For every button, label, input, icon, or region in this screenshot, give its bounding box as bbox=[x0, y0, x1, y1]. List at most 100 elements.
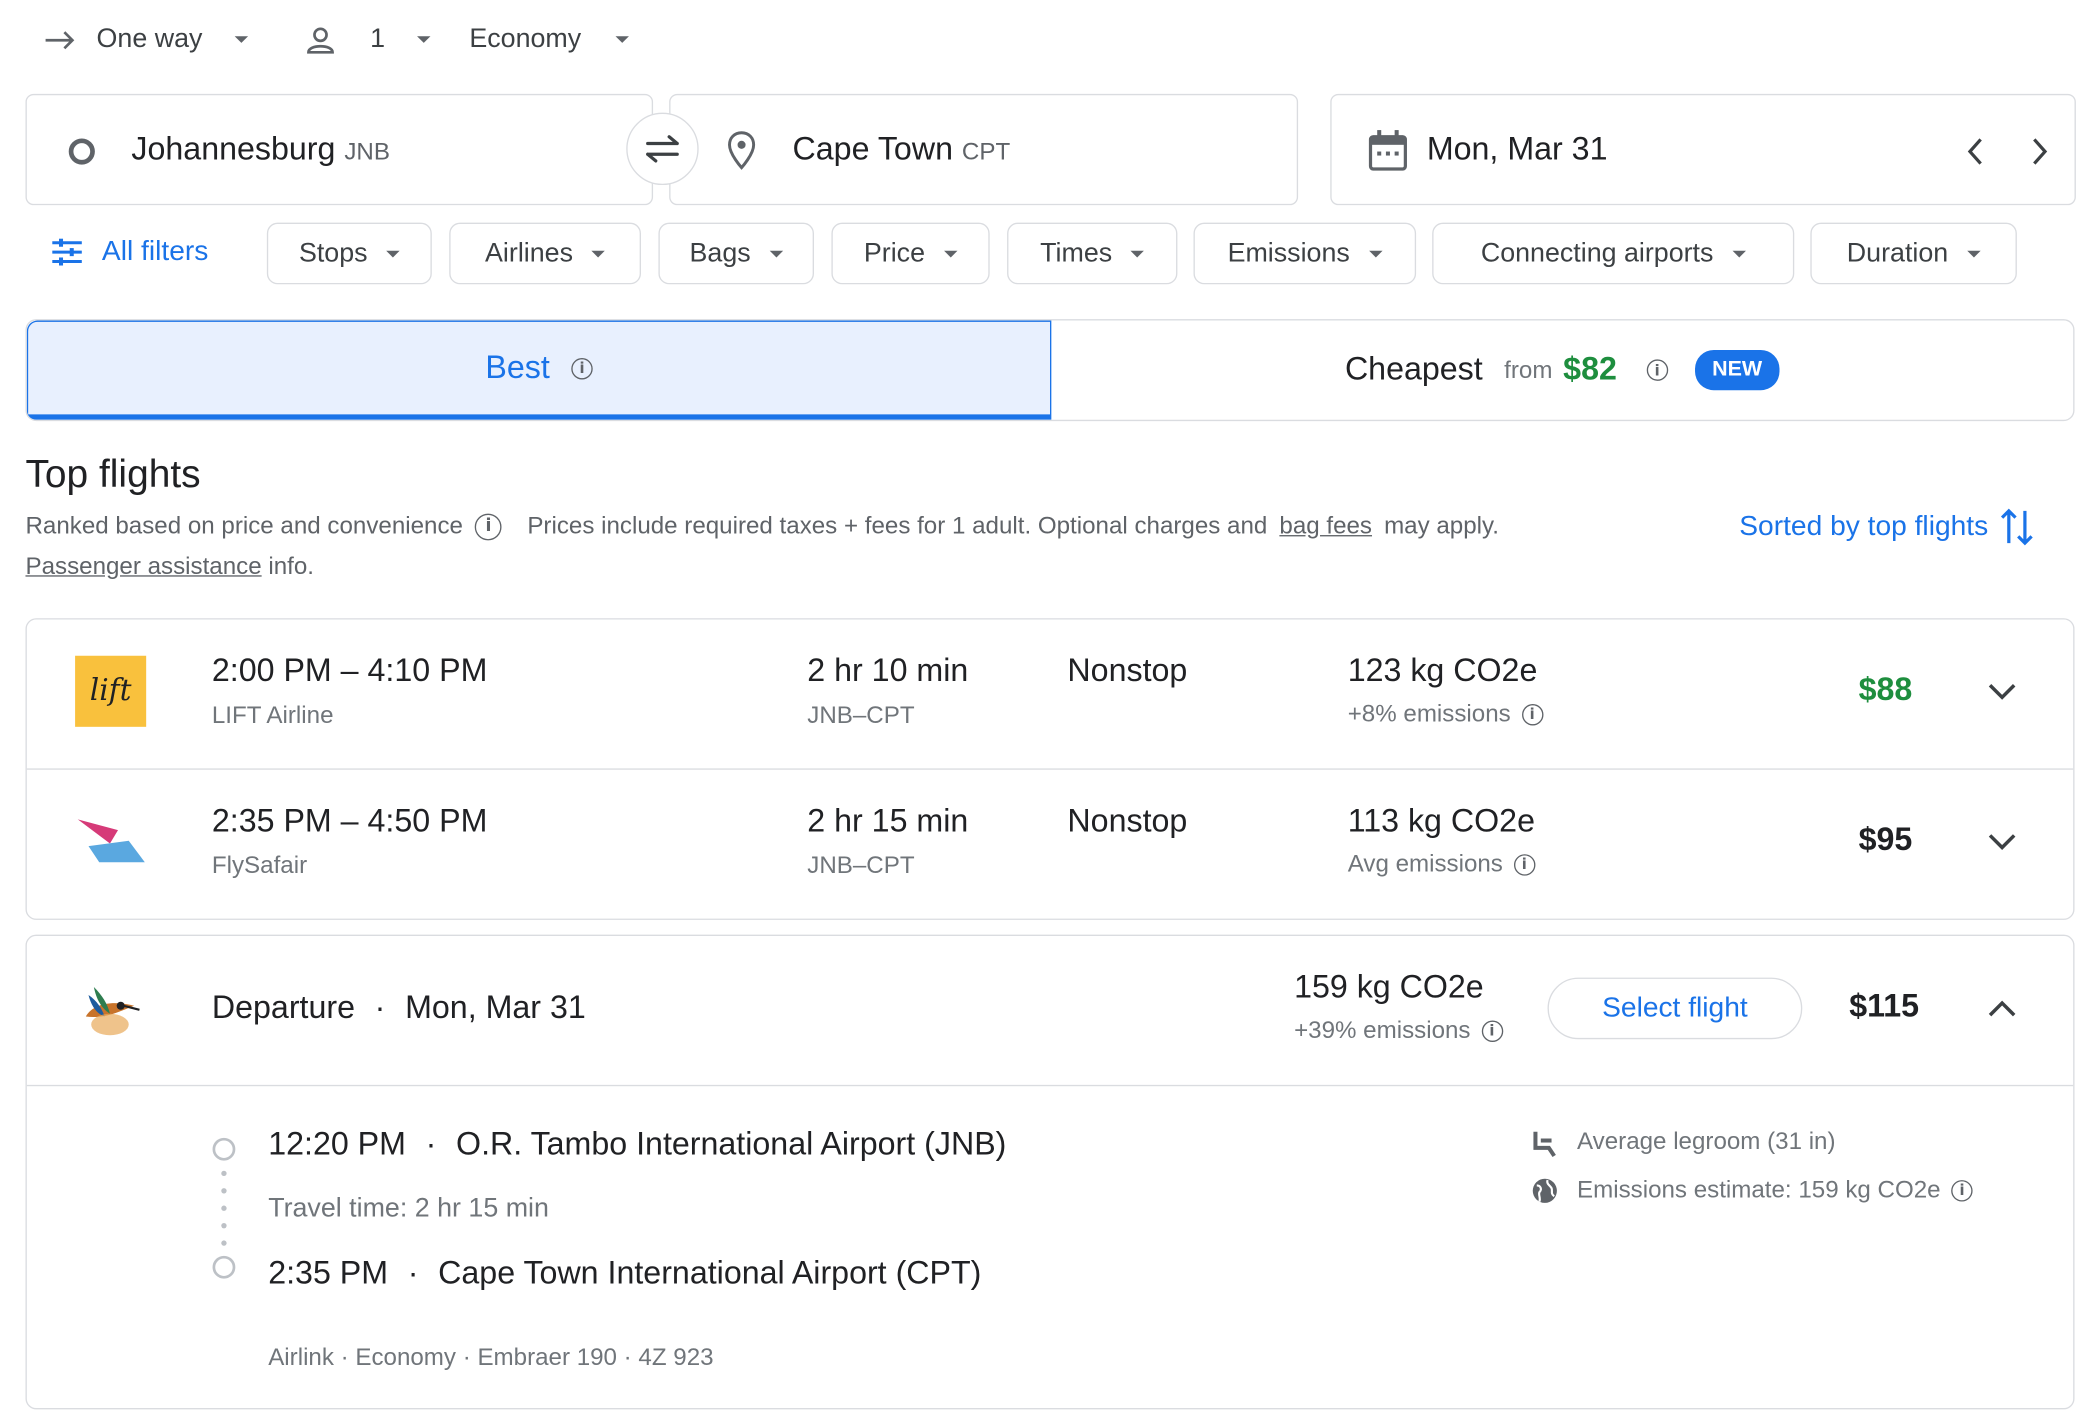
date-value: Mon, Mar 31 bbox=[1426, 131, 1608, 168]
departure-label: Departure bbox=[211, 989, 356, 1026]
chevron-down-icon bbox=[1130, 250, 1145, 257]
flight-row[interactable]: 2:35 PM – 4:50 PM FlySafair 2 hr 15 min … bbox=[27, 770, 2073, 920]
expand-chevron-icon[interactable] bbox=[1987, 683, 2017, 702]
flight-stops: Nonstop bbox=[1067, 653, 1188, 690]
person-icon bbox=[307, 26, 334, 53]
departure-airport: O.R. Tambo International Airport (JNB) bbox=[456, 1126, 1007, 1163]
new-badge: NEW bbox=[1694, 350, 1780, 391]
all-filters-button[interactable]: All filters bbox=[51, 236, 208, 268]
select-flight-button[interactable]: Select flight bbox=[1547, 977, 1803, 1040]
sorted-by-label: Sorted by top flights bbox=[1739, 510, 1989, 542]
tab-best-label: Best bbox=[485, 349, 550, 386]
departure-time: 12:20 PM bbox=[268, 1126, 406, 1163]
info-icon[interactable]: i bbox=[1951, 1179, 1973, 1201]
next-date-icon[interactable] bbox=[2029, 137, 2050, 167]
origin-circle-icon bbox=[68, 138, 95, 165]
all-filters-label: All filters bbox=[101, 236, 209, 267]
chevron-down-icon bbox=[1732, 250, 1746, 257]
lift-airline-logo: lift bbox=[75, 655, 147, 727]
chevron-down-icon bbox=[234, 36, 249, 43]
filter-chip-price[interactable]: Price bbox=[831, 222, 990, 285]
expand-chevron-icon[interactable] bbox=[1987, 833, 2017, 852]
expanded-flight-card: Departure · Mon, Mar 31 159 kg CO2e +39%… bbox=[25, 934, 2075, 1410]
section-divider bbox=[26, 1084, 2074, 1087]
flysafair-logo bbox=[77, 819, 145, 863]
flight-price: $115 bbox=[1849, 988, 1920, 1025]
filter-chip-airlines[interactable]: Airlines bbox=[449, 222, 641, 285]
chevron-down-icon bbox=[386, 250, 400, 257]
passengers-count: 1 bbox=[370, 24, 386, 54]
date-field[interactable]: Mon, Mar 31 bbox=[1330, 93, 2076, 206]
arrow-right-icon bbox=[45, 30, 75, 49]
origin-city: Johannesburg bbox=[131, 131, 336, 168]
flight-route: JNB–CPT bbox=[807, 851, 915, 879]
flight-co2: 123 kg CO2e bbox=[1347, 653, 1538, 690]
passengers-dropdown[interactable]: 1 bbox=[306, 24, 431, 55]
separator-dot: · bbox=[407, 1255, 419, 1292]
expanded-flight-header[interactable]: Departure · Mon, Mar 31 159 kg CO2e +39%… bbox=[27, 936, 2073, 1085]
tune-filters-icon bbox=[52, 238, 82, 266]
flight-price: $95 bbox=[1858, 822, 1913, 859]
chevron-down-icon bbox=[943, 250, 958, 257]
flight-duration: 2 hr 10 min bbox=[807, 653, 969, 690]
destination-field[interactable]: Cape Town CPT bbox=[669, 93, 1299, 206]
flight-duration: 2 hr 15 min bbox=[807, 803, 969, 840]
destination-code: CPT bbox=[961, 138, 1011, 165]
destination-city: Cape Town bbox=[792, 131, 953, 168]
info-icon[interactable]: i bbox=[1513, 853, 1536, 876]
prices-text-end: may apply. bbox=[1384, 512, 1500, 540]
chip-label: Bags bbox=[689, 238, 751, 268]
flight-times: 2:35 PM – 4:50 PM bbox=[211, 803, 488, 840]
arrival-time: 2:35 PM bbox=[268, 1255, 389, 1292]
chevron-down-icon bbox=[769, 250, 783, 257]
info-icon[interactable]: i bbox=[475, 512, 502, 540]
filter-chip-connecting-airports[interactable]: Connecting airports bbox=[1432, 222, 1795, 285]
filter-chip-stops[interactable]: Stops bbox=[266, 222, 432, 285]
previous-date-icon[interactable] bbox=[1965, 137, 1986, 167]
itinerary-timeline-icon bbox=[212, 1137, 236, 1279]
info-icon[interactable]: i bbox=[1521, 703, 1543, 725]
cabin-dropdown[interactable]: Economy bbox=[469, 24, 630, 55]
cheapest-price: $82 bbox=[1563, 351, 1617, 388]
emissions-note: +8% emissions bbox=[1347, 700, 1511, 727]
chip-label: Price bbox=[863, 238, 925, 268]
chevron-down-icon bbox=[591, 250, 606, 257]
cabin-label: Economy bbox=[469, 24, 582, 54]
arrival-airport: Cape Town International Airport (CPT) bbox=[438, 1255, 982, 1292]
bag-fees-link[interactable]: bag fees bbox=[1279, 512, 1372, 540]
filter-chip-emissions[interactable]: Emissions bbox=[1193, 222, 1417, 285]
chip-label: Connecting airports bbox=[1480, 238, 1714, 268]
emissions-note: +39% emissions bbox=[1294, 1016, 1471, 1044]
sort-arrows-icon bbox=[2000, 508, 2033, 546]
trip-type-dropdown[interactable]: One way bbox=[43, 24, 249, 55]
airline-name: FlySafair bbox=[211, 851, 308, 879]
info-icon[interactable]: i bbox=[571, 357, 593, 379]
passenger-assistance-link[interactable]: Passenger assistance bbox=[25, 552, 261, 579]
logo-text: lift bbox=[89, 674, 132, 709]
ranked-text: Ranked based on price and convenience bbox=[25, 512, 463, 540]
filter-chip-duration[interactable]: Duration bbox=[1810, 222, 2017, 285]
tab-best[interactable]: Best i bbox=[26, 320, 1052, 420]
prices-text: Prices include required taxes + fees for… bbox=[527, 512, 1268, 540]
flight-row[interactable]: lift 2:00 PM – 4:10 PM LIFT Airline 2 hr… bbox=[27, 620, 2073, 770]
chip-label: Stops bbox=[298, 238, 368, 268]
emissions-note: Avg emissions bbox=[1347, 850, 1503, 878]
origin-code: JNB bbox=[344, 138, 390, 165]
passenger-info-suffix: info. bbox=[268, 552, 315, 580]
info-icon[interactable]: i bbox=[1646, 359, 1668, 381]
swap-button[interactable] bbox=[626, 112, 699, 186]
filter-chip-bags[interactable]: Bags bbox=[658, 222, 814, 285]
flight-route: JNB–CPT bbox=[807, 701, 915, 729]
origin-field[interactable]: Johannesburg JNB bbox=[25, 93, 654, 206]
flight-co2: 159 kg CO2e bbox=[1294, 969, 1484, 1006]
separator-dot: · bbox=[374, 989, 386, 1026]
sort-button[interactable]: Sorted by top flights bbox=[1739, 506, 2033, 549]
tab-cheapest[interactable]: Cheapest from $82 i NEW bbox=[1051, 320, 2073, 419]
filter-chip-times[interactable]: Times bbox=[1007, 222, 1178, 285]
flight-times: 2:00 PM – 4:10 PM bbox=[211, 653, 488, 690]
globe-icon bbox=[1532, 1178, 1557, 1203]
legroom-text: Average legroom (31 in) bbox=[1577, 1127, 1836, 1155]
info-icon[interactable]: i bbox=[1481, 1019, 1503, 1042]
sort-tabs: Best i Cheapest from $82 i NEW bbox=[25, 319, 2075, 422]
collapse-chevron-icon[interactable] bbox=[1987, 999, 2017, 1018]
